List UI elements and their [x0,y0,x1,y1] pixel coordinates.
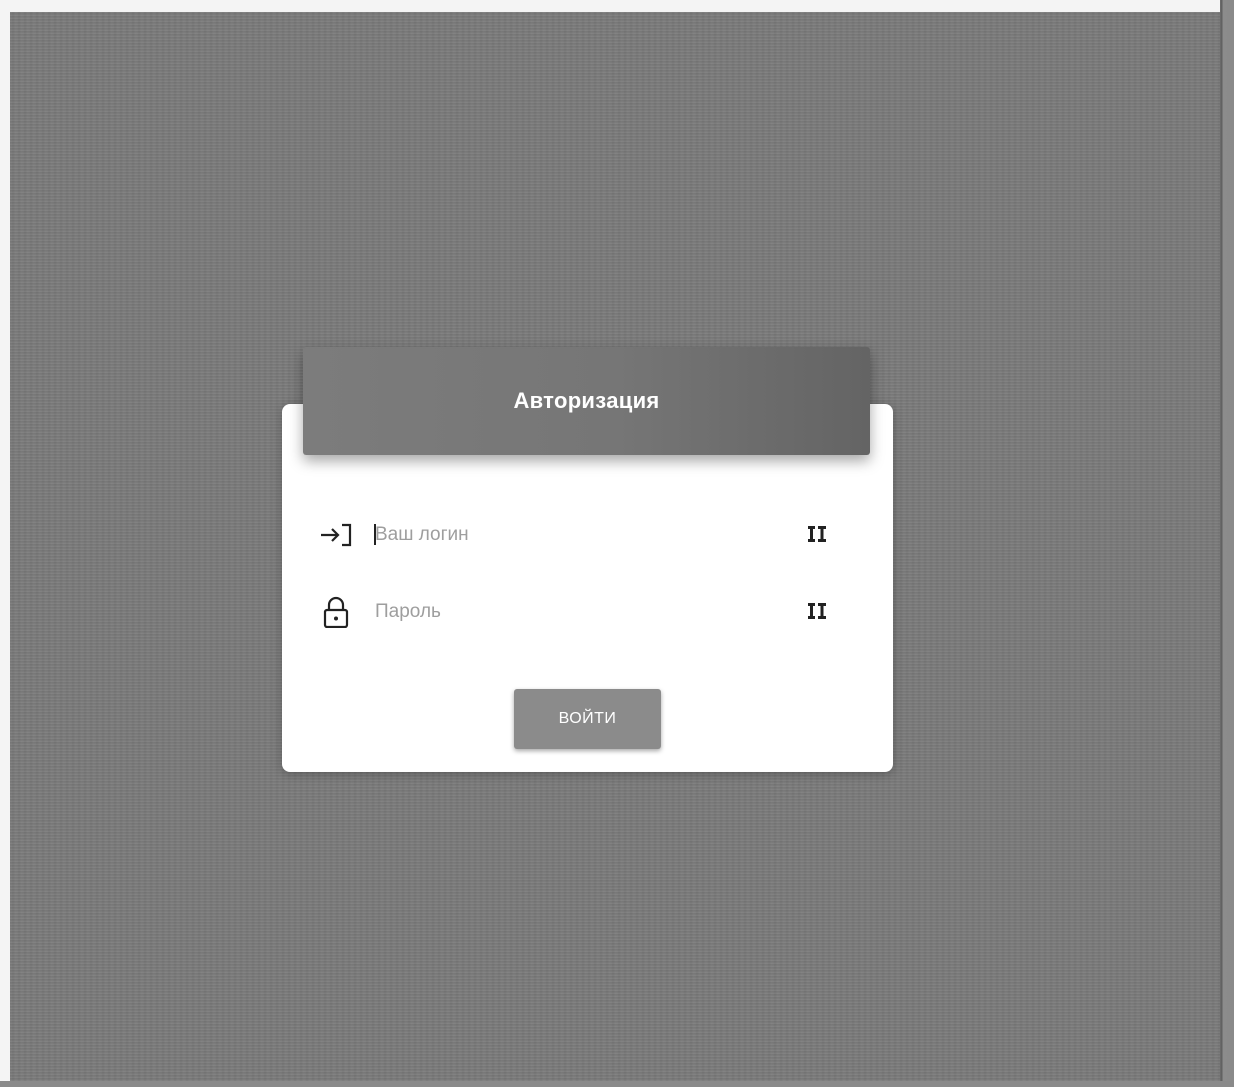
auth-header: Авторизация [303,347,870,455]
screen-bottom-border [0,1081,1234,1087]
password-input[interactable] [375,596,775,628]
key-icon[interactable] [806,523,828,545]
auth-title: Авторизация [513,388,660,413]
lock-icon [318,596,356,629]
login-arrow-icon [318,519,356,551]
text-cursor [374,524,376,545]
screen-top-border [0,0,1234,12]
login-input[interactable] [375,519,775,551]
login-row [318,515,838,555]
submit-button[interactable]: ВОЙТИ [514,689,661,749]
password-row [318,592,838,632]
key-icon[interactable] [806,600,828,622]
screen-left-border [0,0,10,1087]
screen-right-border [1220,0,1234,1087]
